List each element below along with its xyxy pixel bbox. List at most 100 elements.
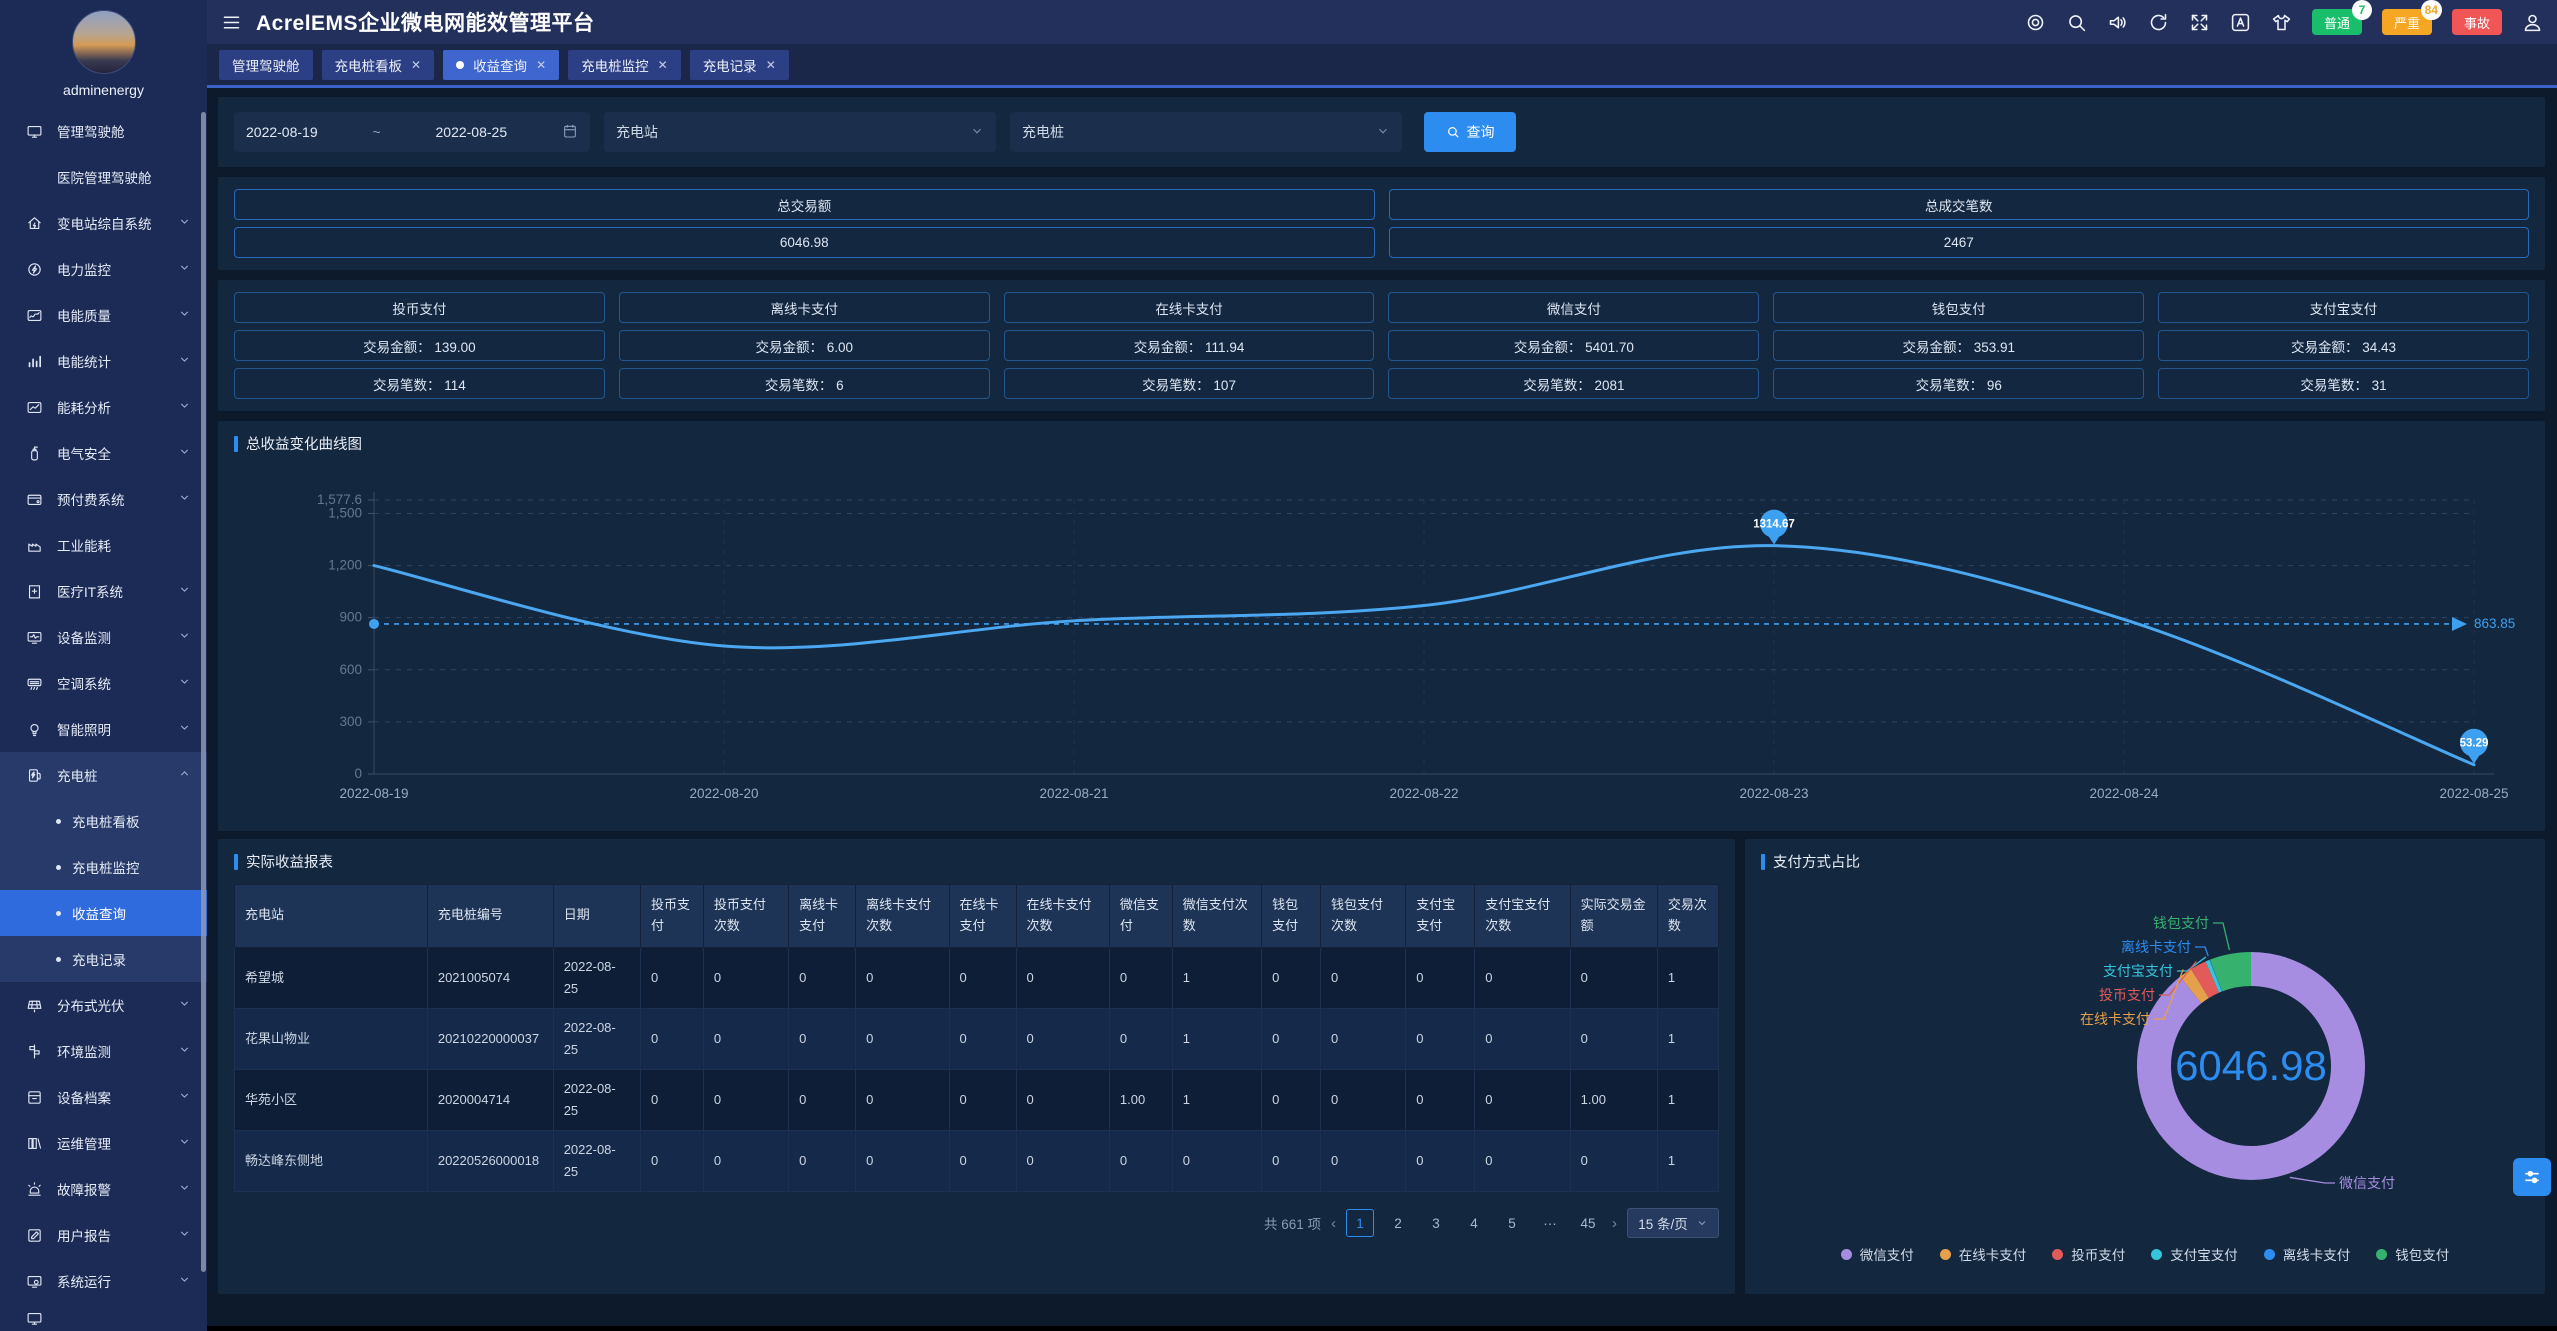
fullscreen-icon[interactable]	[2189, 12, 2210, 33]
sidebar-item-管理驾驶舱[interactable]: 管理驾驶舱	[0, 108, 207, 154]
pagination-page-45[interactable]: 45	[1574, 1209, 1602, 1237]
alarm-button-普通[interactable]: 普通7	[2312, 9, 2362, 35]
legend-item-微信支付[interactable]: 微信支付	[1841, 1244, 1914, 1264]
close-icon[interactable]: ✕	[411, 58, 421, 72]
line-chart-title: 总收益变化曲线图	[234, 433, 2529, 454]
tab-充电记录[interactable]: 充电记录✕	[690, 50, 789, 80]
sidebar-item-电气安全[interactable]: 电气安全	[0, 430, 207, 476]
close-icon[interactable]: ✕	[658, 58, 668, 72]
station-select[interactable]: 充电站	[604, 112, 996, 152]
date-range-input[interactable]: 2022-08-19 ~ 2022-08-25	[234, 112, 590, 152]
pagination-prev[interactable]: ‹	[1331, 1215, 1336, 1232]
table-row[interactable]: 畅达峰东侧地202205260000182022-08-250000000000…	[235, 1131, 1719, 1192]
sidebar-item-医疗IT系统[interactable]: 医疗IT系统	[0, 568, 207, 614]
table-row[interactable]: 花果山物业202102200000372022-08-2500000001000…	[235, 1008, 1719, 1069]
sidebar-item-工业能耗[interactable]: 工业能耗	[0, 522, 207, 568]
sidebar-item-label: 充电桩	[57, 765, 178, 785]
tab-充电桩看板[interactable]: 充电桩看板✕	[322, 50, 435, 80]
sidebar-item-分布式光伏[interactable]: 分布式光伏	[0, 982, 207, 1028]
pagination-page-4[interactable]: 4	[1460, 1209, 1488, 1237]
table-row[interactable]: 华苑小区20200047142022-08-250000001.00100001…	[235, 1069, 1719, 1130]
legend-item-离线卡支付[interactable]: 离线卡支付	[2264, 1244, 2351, 1264]
substation-home-icon	[26, 215, 43, 232]
sidebar-item-充电桩[interactable]: 充电桩	[0, 752, 207, 798]
summary-value: 6046.98	[234, 227, 1375, 258]
sidebar-item-智能照明[interactable]: 智能照明	[0, 706, 207, 752]
tab-充电桩监控[interactable]: 充电桩监控✕	[568, 50, 681, 80]
tab-收益查询[interactable]: 收益查询✕	[443, 50, 559, 80]
pagination-page-2[interactable]: 2	[1384, 1209, 1412, 1237]
summary-card-总成交笔数: 总成交笔数 2467	[1389, 189, 2530, 258]
user-icon	[2522, 12, 2543, 33]
pagination-next[interactable]: ›	[1612, 1215, 1617, 1232]
hvac-icon	[26, 675, 43, 692]
sidebar-item-能耗分析[interactable]: 能耗分析	[0, 384, 207, 430]
fullscreen-icon	[2189, 12, 2210, 33]
user-icon[interactable]	[2522, 12, 2543, 33]
sidebar-item-空调系统[interactable]: 空调系统	[0, 660, 207, 706]
table-cell: 0	[1262, 1069, 1321, 1130]
sidebar-subitem-label: 收益查询	[72, 903, 126, 923]
sidebar-item-电能统计[interactable]: 电能统计	[0, 338, 207, 384]
pagination-page-5[interactable]: 5	[1498, 1209, 1526, 1237]
table-cell: 0	[789, 1131, 856, 1192]
payment-card-钱包支付: 钱包支付 交易金额： 353.91 交易笔数： 96	[1773, 292, 2144, 399]
sidebar-subitem-充电记录[interactable]: 充电记录	[0, 936, 207, 982]
hamburger-menu-icon[interactable]	[221, 12, 242, 33]
sidebar-item-系统运行[interactable]: 系统运行	[0, 1258, 207, 1304]
page-size-select[interactable]: 15 条/页	[1627, 1208, 1719, 1238]
sidebar-item-label: 电能质量	[57, 305, 178, 325]
pagination-page-3[interactable]: 3	[1422, 1209, 1450, 1237]
table-cell: 1.00	[1109, 1069, 1172, 1130]
sidebar-scrollbar[interactable]	[201, 112, 206, 1272]
table-cell: 0	[856, 1069, 949, 1130]
sidebar-item-变电站综自系统[interactable]: 变电站综自系统	[0, 200, 207, 246]
alarm-button-严重[interactable]: 严重84	[2382, 9, 2432, 35]
settings-slider-button[interactable]	[2513, 1158, 2551, 1196]
table-row[interactable]: 希望城20210050742022-08-2500000001000001	[235, 947, 1719, 1008]
bullet-icon	[56, 819, 61, 824]
sidebar-item-label: 电能统计	[57, 351, 178, 371]
sidebar-item-设备档案[interactable]: 设备档案	[0, 1074, 207, 1120]
pile-select[interactable]: 充电桩	[1010, 112, 1402, 152]
donut-panel: 支付方式占比 6046.98钱包支付离线卡支付支付宝支付投币支付在线卡支付微信支…	[1745, 839, 2545, 1294]
theme-shirt-icon[interactable]	[2271, 12, 2292, 33]
search-icon[interactable]	[2066, 12, 2087, 33]
close-icon[interactable]: ✕	[766, 58, 776, 72]
table-cell: 0	[1320, 947, 1405, 1008]
sidebar-subitem-充电桩监控[interactable]: 充电桩监控	[0, 844, 207, 890]
chevron-down-icon	[1696, 1217, 1708, 1229]
legend-item-在线卡支付[interactable]: 在线卡支付	[1940, 1244, 2027, 1264]
alarm-button-事故[interactable]: 事故	[2452, 9, 2502, 35]
table-cell: 20220526000018	[427, 1131, 553, 1192]
query-button[interactable]: 查询	[1424, 112, 1516, 152]
aim-icon[interactable]	[2025, 12, 2046, 33]
sidebar-item-预付费系统[interactable]: 预付费系统	[0, 476, 207, 522]
table-cell: 0	[1262, 1008, 1321, 1069]
pagination-page-1[interactable]: 1	[1346, 1209, 1374, 1237]
energy-analysis-icon	[26, 399, 43, 416]
sidebar-item-故障报警[interactable]: 故障报警	[0, 1166, 207, 1212]
ops-management-icon	[26, 1135, 43, 1152]
power-monitor-icon	[26, 261, 43, 278]
legend-label: 在线卡支付	[1959, 1244, 2027, 1264]
translate-icon[interactable]	[2230, 12, 2251, 33]
sidebar-item-label: 管理驾驶舱	[57, 121, 191, 141]
sidebar-item-设备监测[interactable]: 设备监测	[0, 614, 207, 660]
close-icon[interactable]: ✕	[536, 58, 546, 72]
sidebar-item-电力监控[interactable]: 电力监控	[0, 246, 207, 292]
sidebar-item-电能质量[interactable]: 电能质量	[0, 292, 207, 338]
sidebar-item-医院管理驾驶舱[interactable]: 医院管理驾驶舱	[0, 154, 207, 200]
sidebar-item-环境监测[interactable]: 环境监测	[0, 1028, 207, 1074]
volume-icon[interactable]	[2107, 12, 2128, 33]
sidebar-subitem-收益查询[interactable]: 收益查询	[0, 890, 207, 936]
tab-管理驾驶舱[interactable]: 管理驾驶舱	[219, 50, 313, 80]
refresh-icon[interactable]	[2148, 12, 2169, 33]
legend-item-钱包支付[interactable]: 钱包支付	[2376, 1244, 2449, 1264]
sidebar-item-用户报告[interactable]: 用户报告	[0, 1212, 207, 1258]
sidebar-item-partial[interactable]	[0, 1304, 207, 1331]
legend-item-投币支付[interactable]: 投币支付	[2052, 1244, 2125, 1264]
sidebar-item-运维管理[interactable]: 运维管理	[0, 1120, 207, 1166]
sidebar-subitem-充电桩看板[interactable]: 充电桩看板	[0, 798, 207, 844]
legend-item-支付宝支付[interactable]: 支付宝支付	[2151, 1244, 2238, 1264]
